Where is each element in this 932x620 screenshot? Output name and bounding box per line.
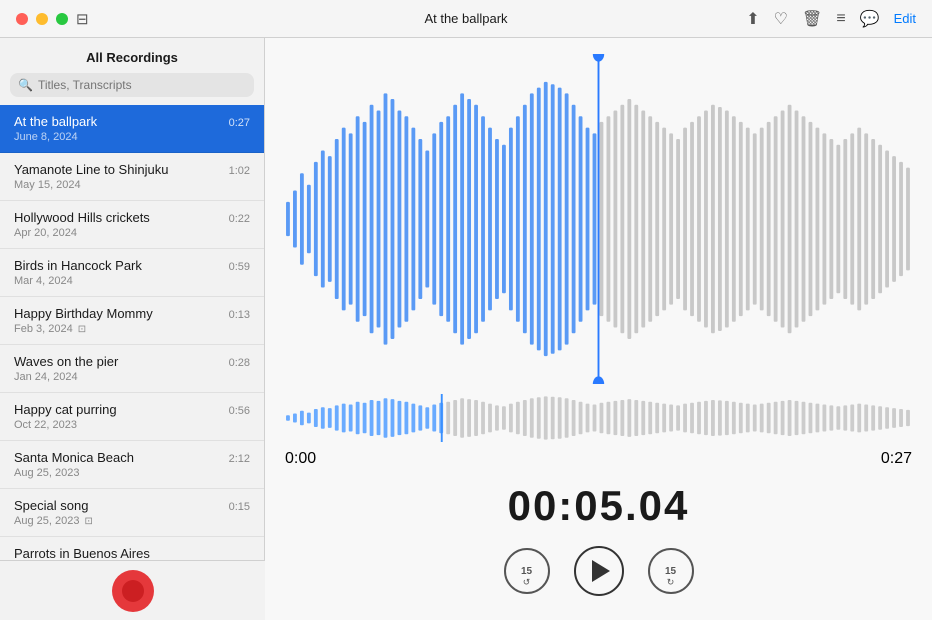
mini-waveform-svg (285, 394, 912, 442)
recording-name: Waves on the pier (14, 354, 118, 369)
transcript-icon[interactable]: 💬 (860, 9, 880, 29)
close-button[interactable] (16, 13, 28, 25)
recording-duration: 0:27 (229, 117, 250, 129)
waveform-svg (285, 54, 912, 384)
recording-date: Oct 22, 2023 (14, 419, 77, 431)
recording-date: Aug 25, 2023 (14, 467, 79, 479)
recording-date: Jan 24, 2024 (14, 371, 78, 383)
recording-duration: 0:28 (229, 357, 250, 369)
titlebar-actions: ⬆ ♡ 🗑 ≡ 💬 Edit (746, 9, 916, 29)
play-button[interactable] (574, 546, 624, 596)
search-icon: 🔍 (18, 78, 33, 92)
list-item[interactable]: Santa Monica Beach 2:12 Aug 25, 2023 (0, 441, 264, 489)
transcript-badge: ⊡ (78, 324, 86, 335)
recording-date: Apr 20, 2024 (14, 227, 77, 239)
sidebar-bottom (0, 560, 265, 620)
record-button[interactable] (112, 570, 154, 612)
recording-duration: 0:22 (229, 213, 250, 225)
recording-name: Happy Birthday Mommy (14, 306, 153, 321)
minimize-button[interactable] (36, 13, 48, 25)
recording-name: Birds in Hancock Park (14, 258, 142, 273)
recording-date: Feb 3, 2024 (14, 323, 73, 335)
play-icon (592, 560, 610, 582)
skip-forward-label: 15 (665, 566, 676, 577)
titlebar: ⊟ At the ballpark ⬆ ♡ 🗑 ≡ 💬 Edit (0, 0, 932, 38)
sidebar: All Recordings 🔍 At the ballpark 0:27 Ju… (0, 38, 265, 620)
recording-duration: 0:15 (229, 501, 250, 513)
list-item[interactable]: Happy Birthday Mommy 0:13 Feb 3, 2024 ⊡ (0, 297, 264, 345)
recording-date: May 15, 2024 (14, 179, 81, 191)
skip-back-icon: ↺ (523, 577, 531, 588)
recording-name: Happy cat purring (14, 402, 117, 417)
mini-time-labels: 0:00 0:27 (285, 450, 912, 468)
search-bar[interactable]: 🔍 (10, 73, 254, 97)
recording-date: Mar 4, 2024 (14, 275, 73, 287)
edit-button[interactable]: Edit (894, 11, 916, 26)
recording-date: Aug 25, 2023 (14, 515, 79, 527)
list-item[interactable]: Waves on the pier 0:28 Jan 24, 2024 (0, 345, 264, 393)
list-item[interactable]: Happy cat purring 0:56 Oct 22, 2023 (0, 393, 264, 441)
mini-time-start: 0:00 (285, 450, 316, 468)
recording-name: Special song (14, 498, 88, 513)
sidebar-header: All Recordings (0, 38, 264, 73)
content-area: 0:010:020:030:040:050:060:070:080:09 0:0… (265, 38, 932, 620)
skip-back-button[interactable]: 15 ↺ (504, 548, 550, 594)
skip-back-label: 15 (521, 566, 532, 577)
record-button-inner (122, 580, 144, 602)
recording-duration: 0:13 (229, 309, 250, 321)
recording-duration: 2:12 (229, 453, 250, 465)
recording-name: At the ballpark (14, 114, 97, 129)
window-title: At the ballpark (424, 11, 507, 26)
favorite-icon[interactable]: ♡ (774, 9, 788, 29)
list-item[interactable]: At the ballpark 0:27 June 8, 2024 (0, 105, 264, 153)
delete-icon[interactable]: 🗑 (802, 9, 822, 29)
mini-waveform-container[interactable]: 0:00 0:27 (285, 394, 912, 468)
list-item[interactable]: Special song 0:15 Aug 25, 2023 ⊡ (0, 489, 264, 537)
recording-duration: 0:59 (229, 261, 250, 273)
sidebar-toggle-icon[interactable]: ⊟ (76, 10, 89, 28)
time-display: 00:05.04 (285, 482, 912, 530)
list-item[interactable]: Hollywood Hills crickets 0:22 Apr 20, 20… (0, 201, 264, 249)
recording-duration: 1:02 (229, 165, 250, 177)
main-waveform[interactable]: 0:010:020:030:040:050:060:070:080:09 (285, 54, 912, 384)
traffic-lights: ⊟ (16, 10, 89, 28)
share-icon[interactable]: ⬆ (746, 9, 759, 29)
list-item[interactable]: Birds in Hancock Park 0:59 Mar 4, 2024 (0, 249, 264, 297)
recording-name: Hollywood Hills crickets (14, 210, 150, 225)
recordings-list: At the ballpark 0:27 June 8, 2024 Yamano… (0, 105, 264, 620)
list-item[interactable]: Yamanote Line to Shinjuku 1:02 May 15, 2… (0, 153, 264, 201)
transcript-badge: ⊡ (84, 516, 92, 527)
recording-duration: 0:56 (229, 405, 250, 417)
main-container: All Recordings 🔍 At the ballpark 0:27 Ju… (0, 38, 932, 620)
recording-date: June 8, 2024 (14, 131, 78, 143)
maximize-button[interactable] (56, 13, 68, 25)
recording-name: Parrots in Buenos Aires (14, 546, 150, 561)
skip-forward-button[interactable]: 15 ↻ (648, 548, 694, 594)
recording-name: Santa Monica Beach (14, 450, 134, 465)
list-icon[interactable]: ≡ (836, 10, 845, 28)
playback-controls: 15 ↺ 15 ↻ (285, 546, 912, 596)
mini-time-end: 0:27 (881, 450, 912, 468)
skip-forward-icon: ↻ (667, 577, 675, 588)
search-input[interactable] (10, 73, 254, 97)
recording-name: Yamanote Line to Shinjuku (14, 162, 168, 177)
